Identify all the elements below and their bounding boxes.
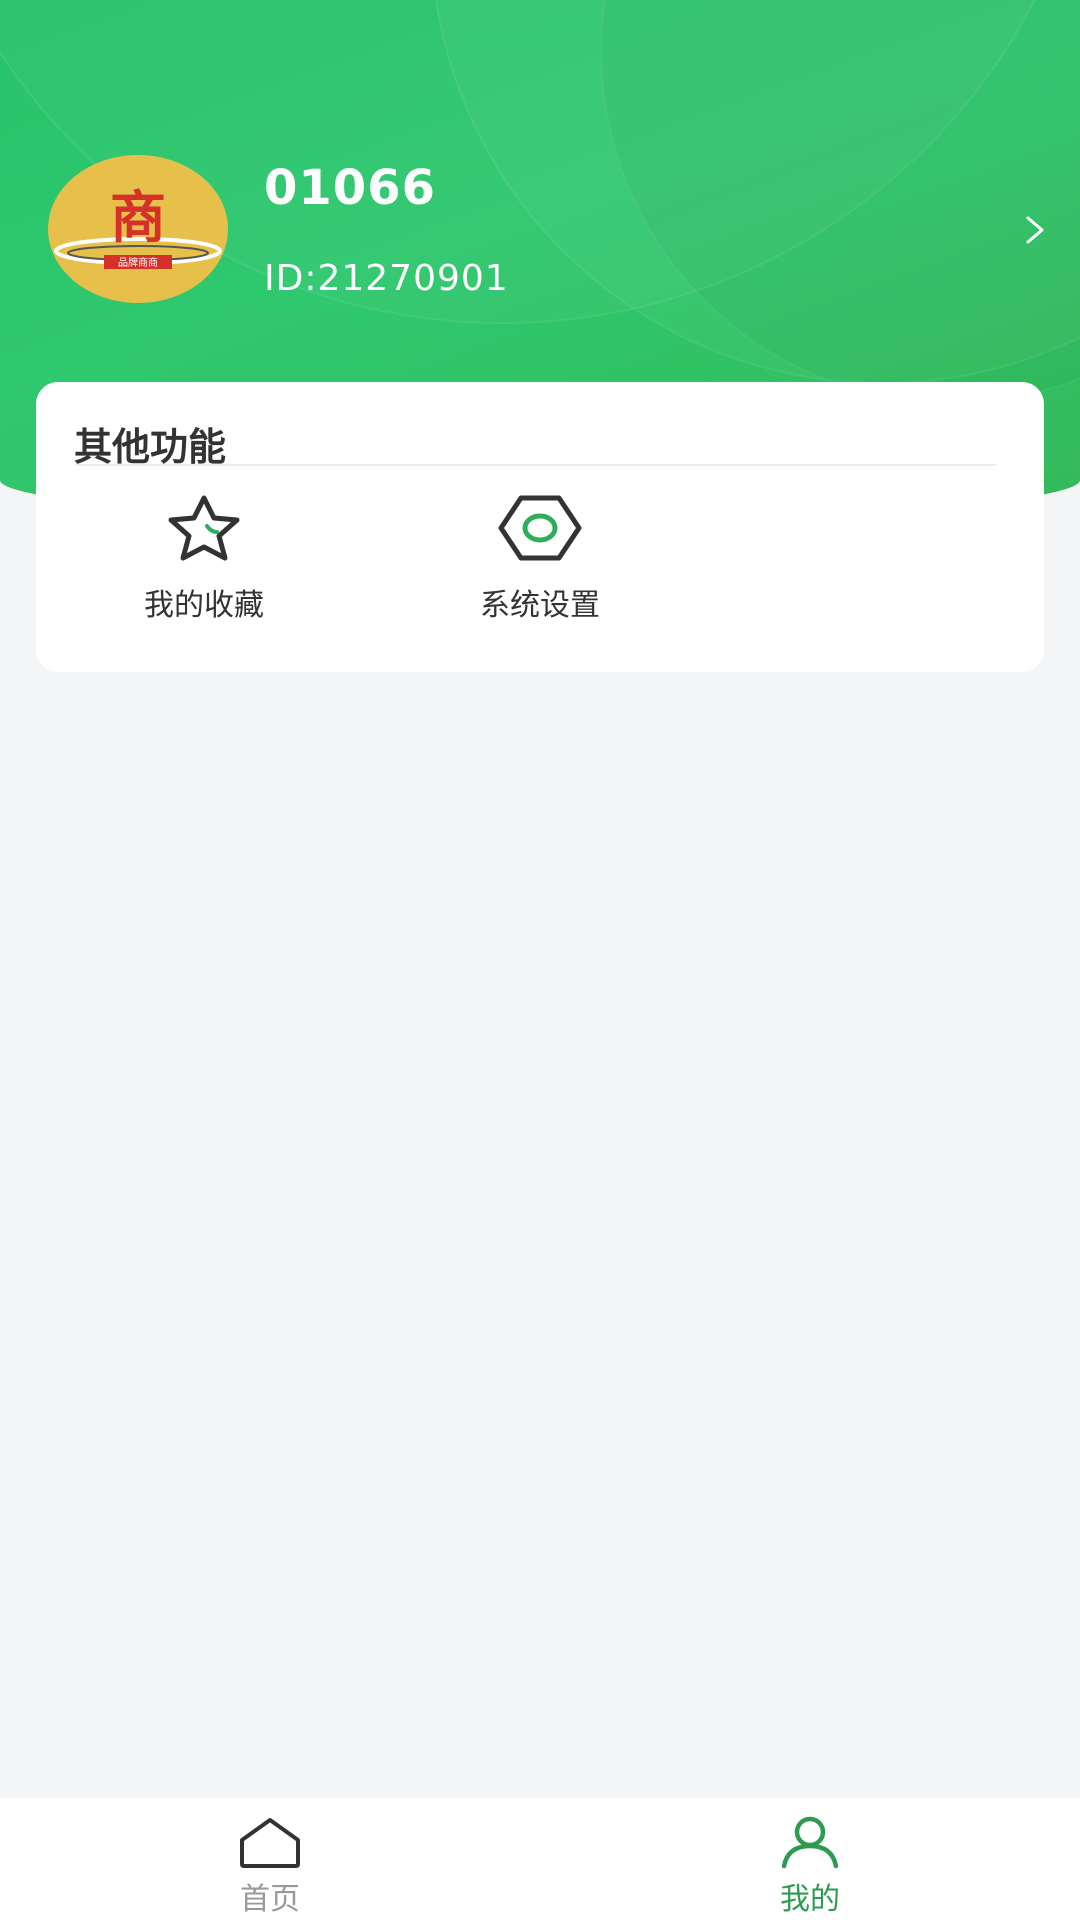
user-icon: [781, 1816, 839, 1869]
hexagon-settings-icon: [498, 495, 582, 561]
chevron-right-icon[interactable]: [1020, 212, 1050, 248]
avatar-logo: 商 品牌商商: [48, 155, 228, 303]
system-settings-button[interactable]: 系统设置: [440, 492, 640, 642]
svg-text:品牌商商: 品牌商商: [118, 256, 158, 269]
user-id: ID:21270901: [264, 258, 509, 299]
other-functions-card: 其他功能 我的收藏 系统设置: [36, 382, 1044, 672]
tab-mine[interactable]: 我的: [710, 1798, 910, 1920]
my-favorites-button[interactable]: 我的收藏: [104, 492, 304, 642]
my-favorites-label: 我的收藏: [144, 588, 264, 623]
tab-home-label: 首页: [240, 1882, 300, 1917]
divider: [76, 464, 996, 466]
star-icon: [168, 495, 240, 561]
username: 01066: [264, 160, 436, 216]
bottom-tab-bar: 首页 我的: [0, 1798, 1080, 1920]
home-icon: [240, 1818, 300, 1868]
tab-home[interactable]: 首页: [170, 1798, 370, 1920]
tab-mine-label: 我的: [780, 1882, 840, 1917]
avatar[interactable]: 商 品牌商商: [48, 155, 228, 303]
svg-text:商: 商: [110, 185, 166, 251]
system-settings-label: 系统设置: [480, 588, 600, 623]
card-title: 其他功能: [74, 425, 227, 469]
